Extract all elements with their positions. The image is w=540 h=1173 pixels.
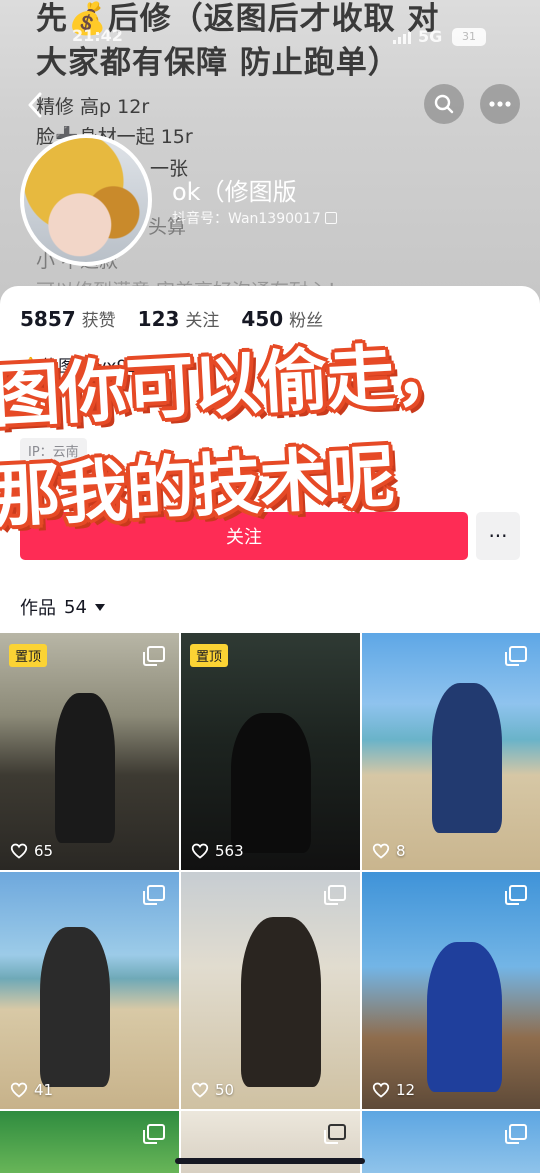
video-tile[interactable]: 50 bbox=[181, 872, 360, 1109]
like-count: 8 bbox=[372, 842, 406, 860]
tab-works[interactable]: 作品 54 bbox=[20, 594, 105, 620]
back-button[interactable] bbox=[20, 88, 50, 122]
network-type: 5G bbox=[418, 27, 443, 46]
more-dots-icon bbox=[489, 101, 511, 107]
profile-header-background: 先💰后修（返图后才收取 对 大家都有保障 防止跑单） 精修 高p 12r 脸➕身… bbox=[0, 0, 540, 310]
multi-image-icon bbox=[505, 1124, 527, 1144]
like-count-value: 65 bbox=[34, 842, 54, 860]
like-count-value: 41 bbox=[34, 1081, 54, 1099]
video-tile[interactable]: 41 bbox=[0, 872, 179, 1109]
multi-image-icon bbox=[143, 1124, 165, 1144]
tile-figure bbox=[241, 917, 321, 1087]
multi-image-icon bbox=[505, 885, 527, 905]
bio-bg-line1: 精修 高p 12r bbox=[36, 96, 150, 118]
signal-icon bbox=[393, 32, 411, 44]
tile-figure bbox=[427, 942, 502, 1092]
stat-followers[interactable]: 450 粉丝 bbox=[241, 306, 323, 331]
video-tile[interactable]: 置顶 563 bbox=[181, 633, 360, 870]
like-count: 50 bbox=[191, 1081, 234, 1099]
tab-works-label: 作品 bbox=[20, 598, 56, 619]
like-count-value: 50 bbox=[215, 1081, 235, 1099]
caret-down-icon bbox=[94, 603, 105, 611]
battery-icon: 31 bbox=[452, 28, 486, 46]
stat-following-label: 关注 bbox=[185, 311, 220, 331]
copy-icon bbox=[324, 212, 337, 224]
pinned-badge: 置顶 bbox=[190, 644, 229, 667]
douyin-id-text: 抖音号：Wan1390017 bbox=[172, 211, 321, 227]
like-count: 41 bbox=[10, 1081, 53, 1099]
stat-following[interactable]: 123 关注 bbox=[138, 306, 220, 331]
avatar-image bbox=[24, 138, 148, 262]
video-tile[interactable]: 12 bbox=[362, 872, 540, 1109]
heart-icon bbox=[191, 843, 209, 859]
nickname: ok（修图版 bbox=[172, 178, 297, 206]
tile-figure bbox=[432, 683, 502, 833]
search-icon bbox=[434, 94, 454, 114]
status-bar: 21:42 5G 31 bbox=[0, 0, 540, 46]
stat-likes-value: 5857 bbox=[20, 307, 76, 331]
home-indicator[interactable] bbox=[175, 1158, 365, 1164]
chevron-left-icon bbox=[28, 92, 42, 118]
video-tile[interactable]: 置顶 65 bbox=[0, 633, 179, 870]
stat-following-value: 123 bbox=[137, 307, 180, 331]
tile-figure bbox=[55, 693, 115, 843]
heart-icon bbox=[372, 843, 390, 859]
stat-followers-label: 粉丝 bbox=[289, 311, 324, 331]
heart-icon bbox=[10, 843, 28, 859]
multi-image-icon bbox=[324, 885, 346, 905]
stats-row: 5857 获赞 123 关注 450 粉丝 bbox=[20, 306, 323, 331]
search-button[interactable] bbox=[424, 84, 464, 124]
like-count: 12 bbox=[372, 1081, 415, 1099]
pinned-badge: 置顶 bbox=[9, 644, 48, 667]
multi-image-icon bbox=[143, 646, 165, 666]
stat-likes[interactable]: 5857 获赞 bbox=[20, 306, 116, 331]
follow-more-button[interactable]: ··· bbox=[476, 512, 520, 560]
multi-image-icon bbox=[143, 885, 165, 905]
tile-figure bbox=[40, 927, 110, 1087]
multi-image-icon bbox=[505, 646, 527, 666]
like-count-value: 8 bbox=[396, 842, 406, 860]
tile-figure bbox=[231, 713, 311, 853]
like-count-value: 563 bbox=[215, 842, 244, 860]
like-count: 563 bbox=[191, 842, 244, 860]
like-count-value: 12 bbox=[396, 1081, 416, 1099]
video-tile[interactable] bbox=[362, 1111, 540, 1173]
stat-likes-label: 获赞 bbox=[81, 311, 116, 331]
tab-works-count: 54 bbox=[64, 596, 87, 618]
video-tile[interactable] bbox=[0, 1111, 179, 1173]
heart-icon bbox=[372, 1082, 390, 1098]
works-grid: 置顶 65 置顶 563 8 41 50 12 bbox=[0, 633, 540, 1173]
more-options-button[interactable] bbox=[480, 84, 520, 124]
status-time: 21:42 bbox=[72, 26, 123, 45]
douyin-id[interactable]: 抖音号：Wan1390017 bbox=[172, 208, 337, 228]
multi-image-icon bbox=[324, 1124, 346, 1144]
video-tile[interactable]: 8 bbox=[362, 633, 540, 870]
avatar[interactable] bbox=[20, 134, 152, 266]
like-count: 65 bbox=[10, 842, 53, 860]
heart-icon bbox=[10, 1082, 28, 1098]
bio-title-line2: 大家都有保障 防止跑单） bbox=[36, 45, 400, 81]
stat-followers-value: 450 bbox=[241, 307, 284, 331]
heart-icon bbox=[191, 1082, 209, 1098]
